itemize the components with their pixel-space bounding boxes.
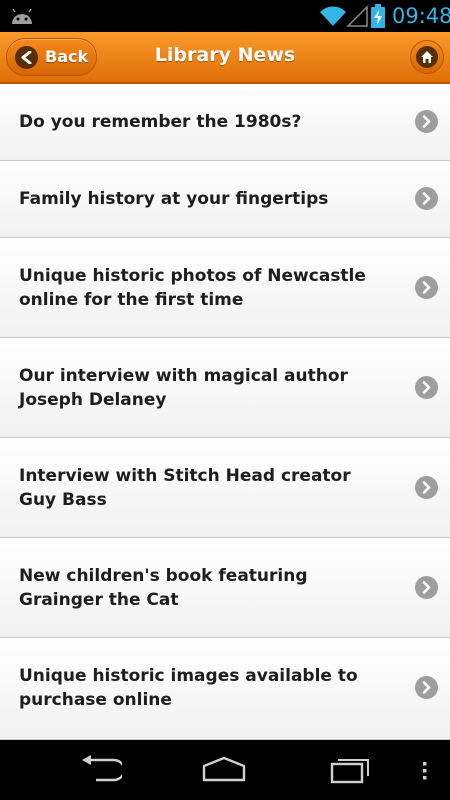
news-item-title: Our interview with magical author Joseph… xyxy=(19,366,348,410)
chevron-right-icon xyxy=(415,110,438,133)
chevron-right-icon xyxy=(415,676,438,699)
overflow-menu-icon[interactable] xyxy=(421,754,429,784)
clock: 09:48 xyxy=(392,4,450,28)
back-nav-icon[interactable] xyxy=(78,754,122,784)
news-item-title: Family history at your fingertips xyxy=(19,189,329,209)
news-item[interactable]: Family history at your fingertips xyxy=(0,161,450,238)
news-item[interactable]: Unique historic photos of Newcastle onli… xyxy=(0,238,450,338)
app-header: Back Library News xyxy=(0,32,450,84)
news-item[interactable]: Our interview with magical author Joseph… xyxy=(0,338,450,438)
signal-icon xyxy=(346,5,368,27)
chevron-right-icon xyxy=(415,576,438,599)
chevron-right-icon xyxy=(415,476,438,499)
recent-apps-icon[interactable] xyxy=(328,754,374,784)
home-nav-icon[interactable] xyxy=(200,754,248,784)
page-title: Library News xyxy=(154,44,296,66)
news-item-title: Unique historic images available to purc… xyxy=(19,666,358,710)
news-list[interactable]: Do you remember the 1980s? Family histor… xyxy=(0,84,450,740)
news-item-title: Unique historic photos of Newcastle onli… xyxy=(19,266,366,310)
chevron-right-icon xyxy=(415,376,438,399)
chevron-right-icon xyxy=(415,187,438,210)
chevron-right-icon xyxy=(415,276,438,299)
home-button[interactable] xyxy=(410,40,444,74)
news-item[interactable]: New children's book featuring Grainger t… xyxy=(0,538,450,638)
battery-charging-icon xyxy=(371,4,385,28)
system-navigation-bar xyxy=(0,740,450,800)
status-bar: 09:48 xyxy=(0,0,450,32)
news-item[interactable]: Unique historic images available to purc… xyxy=(0,638,450,740)
home-icon xyxy=(416,46,438,68)
news-item[interactable]: Do you remember the 1980s? xyxy=(0,84,450,161)
news-item-title: New children's book featuring Grainger t… xyxy=(19,566,308,610)
wifi-icon xyxy=(320,6,346,26)
news-item-title: Interview with Stitch Head creator Guy B… xyxy=(19,466,351,510)
android-icon xyxy=(12,8,32,24)
news-item[interactable]: Interview with Stitch Head creator Guy B… xyxy=(0,438,450,538)
news-item-title: Do you remember the 1980s? xyxy=(19,112,302,132)
